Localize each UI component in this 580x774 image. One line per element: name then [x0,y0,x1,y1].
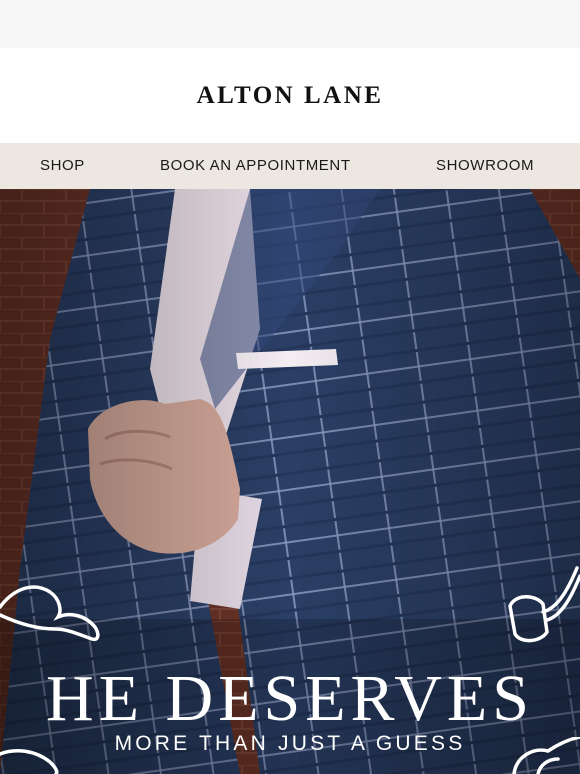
hero-subheadline: MORE THAN JUST A GUESS [114,732,466,755]
nav-item-showroom[interactable]: SHOWROOM [436,143,534,189]
nav-item-shop[interactable]: SHOP [40,143,85,189]
top-strip [0,0,580,48]
header: ALTON LANE [0,48,580,143]
nav-item-book-appointment[interactable]: BOOK AN APPOINTMENT [160,143,351,189]
brand-logo[interactable]: ALTON LANE [197,82,384,110]
hero-headline: HE DESERVES [46,662,534,735]
pipe-icon [508,566,580,643]
main-nav: SHOP BOOK AN APPOINTMENT SHOWROOM [0,143,580,189]
mustache-icon [0,585,100,642]
